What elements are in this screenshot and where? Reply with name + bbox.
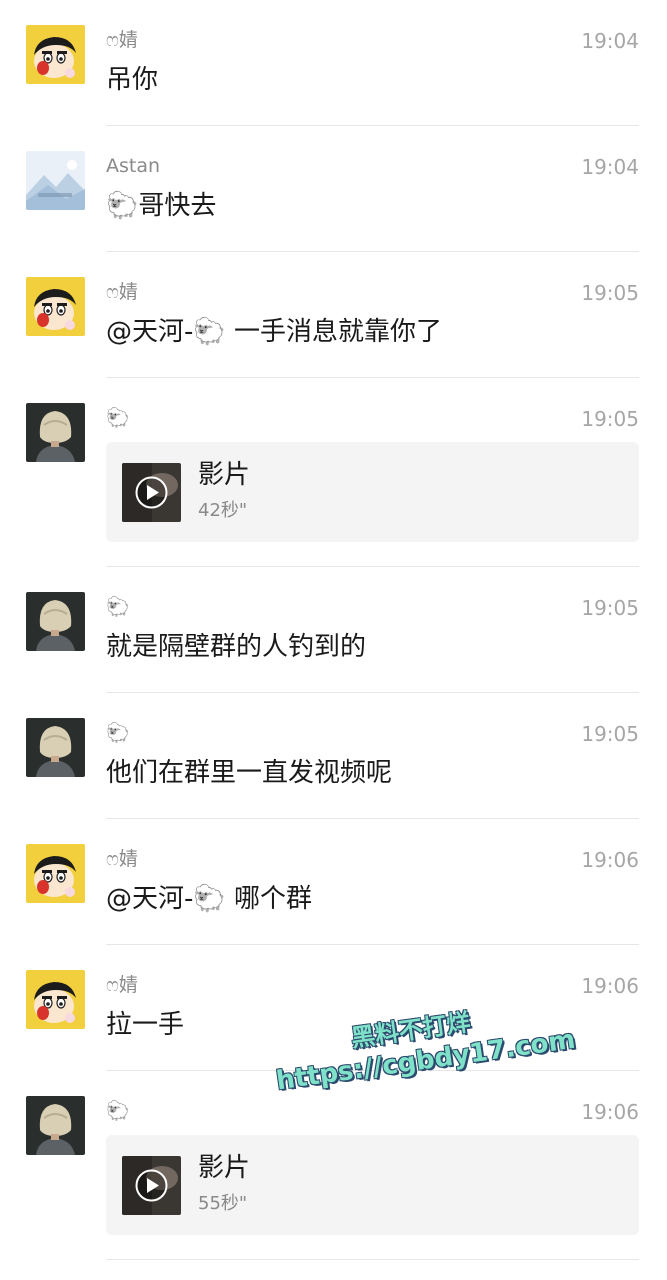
message-time: 19:05 <box>581 281 639 305</box>
message-text[interactable]: 🐑哥快去 <box>106 189 216 223</box>
message-text[interactable]: @天河-🐑 哪个群 <box>106 882 312 916</box>
video-thumbnail[interactable] <box>122 463 181 522</box>
chat-message: 🐑 19:05 就是隔壁群的人钓到的 <box>0 567 667 693</box>
chat-message: ෆ婧 19:06 @天河-🐑 哪个群 <box>0 819 667 945</box>
chat-message: 🐑 19:05 影片 42秒" <box>0 378 667 567</box>
video-title: 影片 <box>198 460 251 490</box>
message-text[interactable]: 就是隔壁群的人钓到的 <box>106 630 366 664</box>
message-text[interactable]: @天河-🐑 一手消息就靠你了 <box>106 315 442 349</box>
video-message-card[interactable]: 影片 55秒" <box>106 1135 639 1235</box>
video-message-card[interactable]: 影片 42秒" <box>106 442 639 542</box>
message-divider <box>106 1259 639 1260</box>
sender-avatar[interactable] <box>26 844 85 903</box>
sender-avatar[interactable] <box>26 970 85 1029</box>
sender-name: 🐑 <box>106 407 130 429</box>
chat-message: 🐑 19:06 影片 55秒" <box>0 1071 667 1260</box>
sender-name: 🐑 <box>106 1100 130 1122</box>
sender-name: ෆ婧 <box>106 848 138 870</box>
sender-avatar[interactable] <box>26 25 85 84</box>
message-text[interactable]: 拉一手 <box>106 1008 184 1042</box>
video-duration: 55秒" <box>198 1193 248 1214</box>
sender-name: 🐑 <box>106 596 130 618</box>
sender-name: 🐑 <box>106 722 130 744</box>
message-time: 19:06 <box>581 848 639 872</box>
sender-name: ෆ婧 <box>106 974 138 996</box>
message-text[interactable]: 吊你 <box>106 63 158 97</box>
chat-message: Astan 19:04 🐑哥快去 <box>0 126 667 252</box>
sender-avatar[interactable] <box>26 1096 85 1155</box>
sender-name: ෆ婧 <box>106 281 138 303</box>
chat-message: 🐑 19:05 他们在群里一直发视频呢 <box>0 693 667 819</box>
video-duration: 42秒" <box>198 500 248 521</box>
message-time: 19:05 <box>581 407 639 431</box>
sender-name: Astan <box>106 155 161 177</box>
sender-avatar[interactable] <box>26 403 85 462</box>
sender-avatar[interactable] <box>26 277 85 336</box>
video-title: 影片 <box>198 1153 251 1183</box>
sender-avatar[interactable] <box>26 592 85 651</box>
message-time: 19:06 <box>581 974 639 998</box>
message-time: 19:04 <box>581 29 639 53</box>
message-time: 19:05 <box>581 596 639 620</box>
sender-avatar[interactable] <box>26 151 85 210</box>
sender-name: ෆ婧 <box>106 29 138 51</box>
message-time: 19:04 <box>581 155 639 179</box>
message-text[interactable]: 他们在群里一直发视频呢 <box>106 756 392 790</box>
chat-message: ෆ婧 19:05 @天河-🐑 一手消息就靠你了 <box>0 252 667 378</box>
message-time: 19:06 <box>581 1100 639 1124</box>
video-thumbnail[interactable] <box>122 1156 181 1215</box>
message-time: 19:05 <box>581 722 639 746</box>
sender-avatar[interactable] <box>26 718 85 777</box>
chat-message: ෆ婧 19:06 拉一手 <box>0 945 667 1071</box>
chat-message: ෆ婧 19:04 吊你 <box>0 0 667 126</box>
